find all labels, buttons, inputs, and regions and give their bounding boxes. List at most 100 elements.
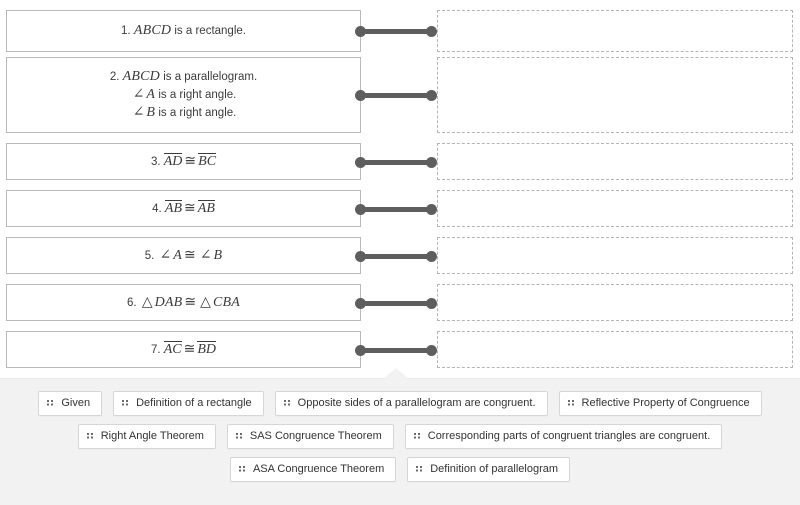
answer-chip-label: Definition of a rectangle	[136, 397, 252, 409]
answer-chip-given[interactable]: Given	[38, 391, 103, 416]
statement-text-6: 6. △ DAB ≅ △ CBA	[15, 294, 352, 312]
answer-bank-row-3: ASA Congruence Theorem Definition of par…	[0, 457, 800, 482]
reason-drop-zone-6[interactable]	[437, 284, 793, 321]
angle-symbol: ∠	[132, 87, 145, 102]
statement-box-5: 5. ∠ A ≅ ∠ B	[6, 237, 361, 274]
statement-line: ∠ A is a right angle.	[132, 87, 237, 102]
segment-bd: BD	[197, 340, 217, 357]
connector-line	[365, 159, 427, 165]
connector-3[interactable]	[355, 155, 437, 169]
answer-chip-cpctc[interactable]: Corresponding parts of congruent triangl…	[404, 424, 723, 449]
statement-number: 1.	[121, 25, 131, 37]
reason-drop-zone-5[interactable]	[437, 237, 793, 274]
connector-line	[365, 28, 427, 34]
connector-line	[365, 300, 427, 306]
statement-box-7: 7. AC ≅ BD	[6, 331, 361, 368]
answer-chip-definition-of-parallelogram[interactable]: Definition of parallelogram	[407, 457, 571, 482]
statement-number: 7.	[150, 343, 161, 356]
congruent-symbol: ≅	[183, 341, 196, 357]
drag-handle-icon	[86, 432, 94, 442]
math-label: CBA	[212, 294, 240, 310]
answer-bank-row-1: Given Definition of a rectangle Opposite…	[0, 391, 800, 416]
statement-box-3: 3. AD ≅ BC	[6, 143, 361, 180]
answer-chip-sas-congruence-theorem[interactable]: SAS Congruence Theorem	[226, 424, 394, 449]
math-label: DAB	[154, 294, 183, 310]
proof-builder-app: 1. ABCD is a rectangle. 2. ABCD is a par…	[0, 0, 800, 505]
connector-dot-right	[426, 250, 437, 262]
answer-chip-asa-congruence-theorem[interactable]: ASA Congruence Theorem	[229, 457, 397, 482]
math-label: B	[213, 247, 223, 263]
connector-dot-right	[426, 156, 437, 168]
answer-chip-label: Corresponding parts of congruent triangl…	[427, 430, 711, 442]
triangle-symbol: △	[200, 294, 211, 310]
answer-bank-panel: Given Definition of a rectangle Opposite…	[0, 368, 800, 505]
connector-line	[365, 347, 427, 353]
statement-number: 3.	[150, 155, 161, 168]
statement-text-2: 2. ABCD is a parallelogram. ∠ A is a righ…	[15, 68, 352, 122]
statement-text-7: 7. AC ≅ BD	[15, 340, 352, 359]
connector-line	[365, 206, 427, 212]
statement-line: 2. ABCD is a parallelogram.	[109, 69, 258, 84]
answer-chip-definition-of-a-rectangle[interactable]: Definition of a rectangle	[113, 391, 264, 416]
drag-handle-icon	[238, 465, 246, 475]
triangle-symbol: △	[141, 294, 153, 310]
connector-5[interactable]	[355, 249, 437, 263]
answer-chip-opposite-sides-parallelogram[interactable]: Opposite sides of a parallelogram are co…	[274, 391, 548, 416]
answer-chip-reflective-property[interactable]: Reflective Property of Congruence	[558, 391, 762, 416]
statement-box-4: 4. AB ≅ AB	[6, 190, 361, 227]
panel-pointer-triangle	[383, 368, 409, 379]
congruent-symbol: ≅	[184, 294, 197, 310]
connector-6[interactable]	[355, 296, 437, 310]
statement-box-1: 1. ABCD is a rectangle.	[6, 10, 361, 52]
connector-7[interactable]	[355, 343, 437, 357]
connector-2[interactable]	[355, 88, 437, 102]
reason-drop-zone-4[interactable]	[437, 190, 793, 227]
answer-chip-label: Opposite sides of a parallelogram are co…	[297, 397, 536, 409]
reason-drop-zone-1[interactable]	[437, 10, 793, 52]
segment-ad: AD	[163, 152, 183, 169]
reason-drop-zone-7[interactable]	[437, 331, 793, 368]
statement-box-6: 6. △ DAB ≅ △ CBA	[6, 284, 361, 321]
connector-line	[365, 92, 427, 98]
math-label: ABCD	[133, 23, 172, 38]
statement-line: 1. ABCD is a rectangle.	[121, 23, 246, 38]
answer-chip-right-angle-theorem[interactable]: Right Angle Theorem	[77, 424, 216, 449]
statement-line: 6. △ DAB ≅ △ CBA	[15, 294, 352, 312]
statement-line: 3. AD ≅ BC	[15, 152, 352, 171]
answer-bank-rows: Given Definition of a rectangle Opposite…	[0, 379, 800, 482]
answer-bank-row-2: Right Angle Theorem SAS Congruence Theor…	[0, 424, 800, 449]
answer-chip-label: SAS Congruence Theorem	[249, 430, 382, 442]
segment-ac: AC	[163, 340, 182, 357]
angle-symbol: ∠	[159, 247, 172, 263]
statement-line: 5. ∠ A ≅ ∠ B	[15, 247, 352, 265]
statement-line: ∠ B is a right angle.	[132, 105, 237, 120]
statement-text-1: 1. ABCD is a rectangle.	[15, 22, 352, 40]
math-label: B	[146, 105, 156, 120]
drag-handle-icon	[122, 399, 129, 409]
statement-box-2: 2. ABCD is a parallelogram. ∠ A is a righ…	[6, 57, 361, 133]
answer-chip-label: Reflective Property of Congruence	[581, 397, 750, 409]
drag-handle-icon	[416, 465, 423, 475]
statement-text-3: 3. AD ≅ BC	[15, 152, 352, 171]
statement-line: 4. AB ≅ AB	[15, 199, 352, 218]
connector-4[interactable]	[355, 202, 437, 216]
connector-1[interactable]	[355, 24, 437, 38]
statement-line: 7. AC ≅ BD	[15, 340, 352, 359]
reason-drop-zone-3[interactable]	[437, 143, 793, 180]
drag-handle-icon	[235, 432, 243, 442]
statement-number: 4.	[152, 202, 162, 215]
reason-drop-zone-2[interactable]	[437, 57, 793, 133]
congruent-symbol: ≅	[184, 247, 196, 263]
connector-dot-right	[426, 297, 437, 309]
answer-chip-label: Definition of parallelogram	[430, 463, 559, 475]
connector-dot-right	[426, 203, 437, 215]
drag-handle-icon	[47, 399, 54, 409]
connector-dot-right	[426, 89, 437, 101]
connector-dot-right	[426, 25, 437, 37]
segment-ab-1: AB	[164, 199, 183, 216]
math-label: ABCD	[122, 69, 160, 84]
answer-chip-label: Given	[61, 397, 91, 409]
answer-chip-label: Right Angle Theorem	[100, 430, 204, 442]
congruent-symbol: ≅	[184, 153, 197, 169]
proof-table: 1. ABCD is a rectangle. 2. ABCD is a par…	[0, 0, 800, 375]
